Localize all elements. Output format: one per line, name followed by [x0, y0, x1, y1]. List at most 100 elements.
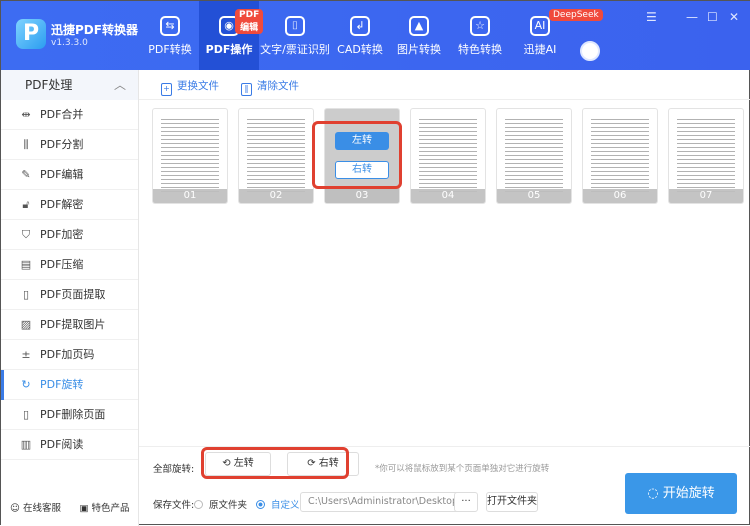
- page-thumbnail[interactable]: 06: [582, 108, 658, 204]
- ocr-icon: ⌷: [285, 16, 305, 36]
- sidebar: PDF处理 ︿ ⇹ PDF合并 ⫼ PDF分割 ✎ PDF编辑 🔓︎ PDF解密 ⛉ PDF加密 ▤ P…: [1, 70, 139, 526]
- nav-tab-5[interactable]: ☆ 特色转换: [449, 1, 511, 70]
- nav-tab-label: 图片转换: [397, 43, 441, 56]
- sidebar-item-label: PDF删除页面: [40, 408, 106, 421]
- read-icon: ▥: [20, 438, 32, 451]
- page-number-icon: ±: [21, 348, 31, 361]
- sidebar-item-6[interactable]: ▯ PDF页面提取: [1, 280, 138, 310]
- sidebar-item-3[interactable]: 🔓︎ PDF解密: [1, 190, 138, 220]
- ai-icon: AI: [530, 16, 550, 36]
- highlight-box: [201, 447, 349, 479]
- cad-icon: ↲: [350, 16, 370, 36]
- page-number: 07: [669, 189, 743, 203]
- unlock-icon: 🔓︎: [22, 198, 30, 211]
- page-thumbnail[interactable]: 02: [238, 108, 314, 204]
- extract-page-icon: ▯: [22, 288, 30, 301]
- close-icon[interactable]: ✕: [729, 10, 739, 24]
- page-number: 05: [497, 189, 571, 203]
- rotate-hint: *你可以将鼠标放到某个页面单独对它进行旋转: [375, 464, 550, 474]
- sidebar-item-1[interactable]: ⫼ PDF分割: [1, 130, 138, 160]
- replace-file-label: 更换文件: [177, 80, 219, 92]
- custom-folder-label: 自定义: [271, 500, 300, 511]
- page-preview: [419, 119, 477, 195]
- user-avatar[interactable]: [580, 41, 600, 61]
- file-add-icon: +: [161, 83, 172, 96]
- page-preview: [161, 119, 219, 195]
- clear-file-button[interactable]: ‖ 清除文件: [241, 78, 299, 96]
- page-preview: [505, 119, 563, 195]
- page-number: 04: [411, 189, 485, 203]
- nav-tab-4[interactable]: ▲ 图片转换: [389, 1, 449, 70]
- sidebar-item-label: PDF编辑: [40, 168, 84, 181]
- sidebar-item-label: PDF加页码: [40, 348, 95, 361]
- page-preview: [591, 119, 649, 195]
- split-icon: ⫼: [23, 138, 29, 151]
- toolbar: + 更换文件 ‖ 清除文件: [139, 70, 750, 100]
- sidebar-item-8[interactable]: ± PDF加页码: [1, 340, 138, 370]
- extract-image-icon: ▨: [20, 318, 32, 331]
- browse-button[interactable]: ···: [454, 492, 478, 512]
- sidebar-item-0[interactable]: ⇹ PDF合并: [1, 100, 138, 130]
- special-icon: ☆: [470, 16, 490, 36]
- nav-tab-label: 文字/票证识别: [260, 43, 330, 56]
- page-preview: [677, 119, 735, 195]
- start-rotate-button[interactable]: ◌ 开始旋转: [625, 473, 737, 514]
- trash-icon: ‖: [241, 83, 252, 96]
- sidebar-item-5[interactable]: ▤ PDF压缩: [1, 250, 138, 280]
- sidebar-item-label: PDF提取图片: [40, 318, 106, 331]
- online-service-label: 在线客服: [22, 503, 61, 514]
- delete-page-icon: ▯: [22, 408, 30, 421]
- sidebar-header-label: PDF处理: [25, 78, 73, 92]
- title-bar: P 迅捷PDF转换器 v1.3.3.0 ⇆ PDF转换 ◉ PDF操作 PDF编辑 ⌷ 文字…: [1, 1, 750, 70]
- featured-products-label: 特色产品: [91, 503, 130, 514]
- page-thumbnail[interactable]: 04: [410, 108, 486, 204]
- nav-tab-3[interactable]: ↲ CAD转换: [331, 1, 389, 70]
- page-number: 06: [583, 189, 657, 203]
- sidebar-item-7[interactable]: ▨ PDF提取图片: [1, 310, 138, 340]
- sidebar-group-header[interactable]: PDF处理 ︿: [1, 70, 138, 100]
- sidebar-item-11[interactable]: ▥ PDF阅读: [1, 430, 138, 460]
- nav-tab-label: 特色转换: [458, 43, 502, 56]
- sidebar-item-4[interactable]: ⛉ PDF加密: [1, 220, 138, 250]
- replace-file-button[interactable]: + 更换文件: [161, 78, 219, 96]
- edit-icon: ✎: [21, 168, 31, 181]
- sidebar-item-9[interactable]: ↻ PDF旋转: [1, 370, 138, 400]
- nav-tab-6[interactable]: AI 迅捷AI DeepSeek: [511, 1, 603, 70]
- save-path-input[interactable]: C:\Users\Administrator\Desktop: [300, 492, 476, 512]
- online-service-button[interactable]: ☺ 在线客服: [1, 500, 70, 514]
- nav-tab-label: PDF操作: [205, 43, 253, 56]
- page-thumbnail[interactable]: 05: [496, 108, 572, 204]
- sidebar-item-label: PDF分割: [40, 138, 84, 151]
- radio-original-folder[interactable]: 原文件夹: [194, 497, 247, 511]
- nav-badge: DeepSeek: [549, 9, 603, 21]
- convert-icon: ⇆: [160, 16, 180, 36]
- bottom-panel: 全部旋转: ⟲ 左转 ⟳ 右转 *你可以将鼠标放到某个页面单独对它进行旋转 保存…: [139, 446, 750, 526]
- nav-tab-2[interactable]: ⌷ 文字/票证识别: [259, 1, 331, 70]
- original-folder-label: 原文件夹: [209, 500, 248, 511]
- rotate-icon: ↻: [21, 378, 31, 391]
- chevron-up-icon: ︿: [113, 78, 126, 92]
- featured-products-button[interactable]: ▣ 特色产品: [70, 500, 139, 514]
- page-number: 03: [325, 189, 399, 203]
- page-number: 02: [239, 189, 313, 203]
- sidebar-item-label: PDF压缩: [40, 258, 84, 271]
- page-thumbnail[interactable]: 01: [152, 108, 228, 204]
- image-icon: ▲: [409, 16, 429, 36]
- save-file-label: 保存文件:: [153, 500, 195, 511]
- sidebar-item-2[interactable]: ✎ PDF编辑: [1, 160, 138, 190]
- nav-tab-0[interactable]: ⇆ PDF转换: [141, 1, 199, 70]
- start-rotate-label: 开始旋转: [662, 486, 715, 501]
- shield-icon: ⛉: [21, 228, 31, 241]
- minimize-icon[interactable]: —: [686, 10, 698, 24]
- sidebar-item-label: PDF加密: [40, 228, 84, 241]
- menu-icon[interactable]: ☰: [646, 10, 657, 24]
- nav-tab-1[interactable]: ◉ PDF操作 PDF编辑: [199, 1, 264, 70]
- sidebar-item-label: PDF合并: [40, 108, 84, 121]
- page-thumbnail[interactable]: 07: [668, 108, 744, 204]
- sidebar-item-10[interactable]: ▯ PDF删除页面: [1, 400, 138, 430]
- radio-custom-folder[interactable]: 自定义: [256, 497, 300, 511]
- maximize-icon[interactable]: ☐: [707, 10, 718, 24]
- page-number: 01: [153, 189, 227, 203]
- open-folder-button[interactable]: 打开文件夹: [486, 492, 538, 512]
- merge-icon: ⇹: [21, 108, 31, 121]
